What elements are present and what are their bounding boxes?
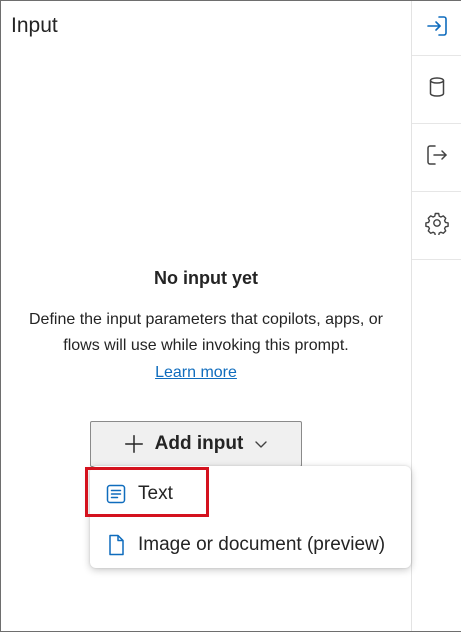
document-icon: [104, 533, 128, 557]
empty-state-title: No input yet: [154, 268, 258, 288]
add-input-menu: Text Image or document (preview): [90, 466, 411, 568]
input-tab-button[interactable]: [412, 1, 461, 56]
empty-state-description: Define the input parameters that copilot…: [29, 311, 383, 354]
menu-item-image-or-document[interactable]: Image or document (preview): [90, 522, 411, 568]
sign-out-icon: [425, 143, 449, 172]
settings-tab-button[interactable]: [412, 192, 461, 260]
menu-item-text[interactable]: Text: [90, 471, 411, 517]
output-tab-button[interactable]: [412, 124, 461, 192]
plus-icon: [123, 433, 145, 455]
settings-gear-icon: [425, 211, 449, 240]
menu-item-label: Image or document (preview): [138, 534, 386, 555]
text-document-icon: [104, 482, 128, 506]
menu-item-label: Text: [138, 483, 173, 504]
add-input-label: Add input: [154, 433, 244, 454]
sign-in-icon: [425, 14, 449, 43]
prompt-input-panel: Input No input yet Define the input para…: [0, 0, 461, 632]
add-input-button[interactable]: Add input: [90, 421, 302, 467]
side-rail: [411, 1, 461, 631]
database-icon: [425, 75, 449, 104]
knowledge-tab-button[interactable]: [412, 56, 461, 124]
chevron-down-icon: [253, 436, 269, 452]
panel-title: Input: [11, 14, 58, 37]
learn-more-link[interactable]: Learn more: [1, 364, 391, 382]
